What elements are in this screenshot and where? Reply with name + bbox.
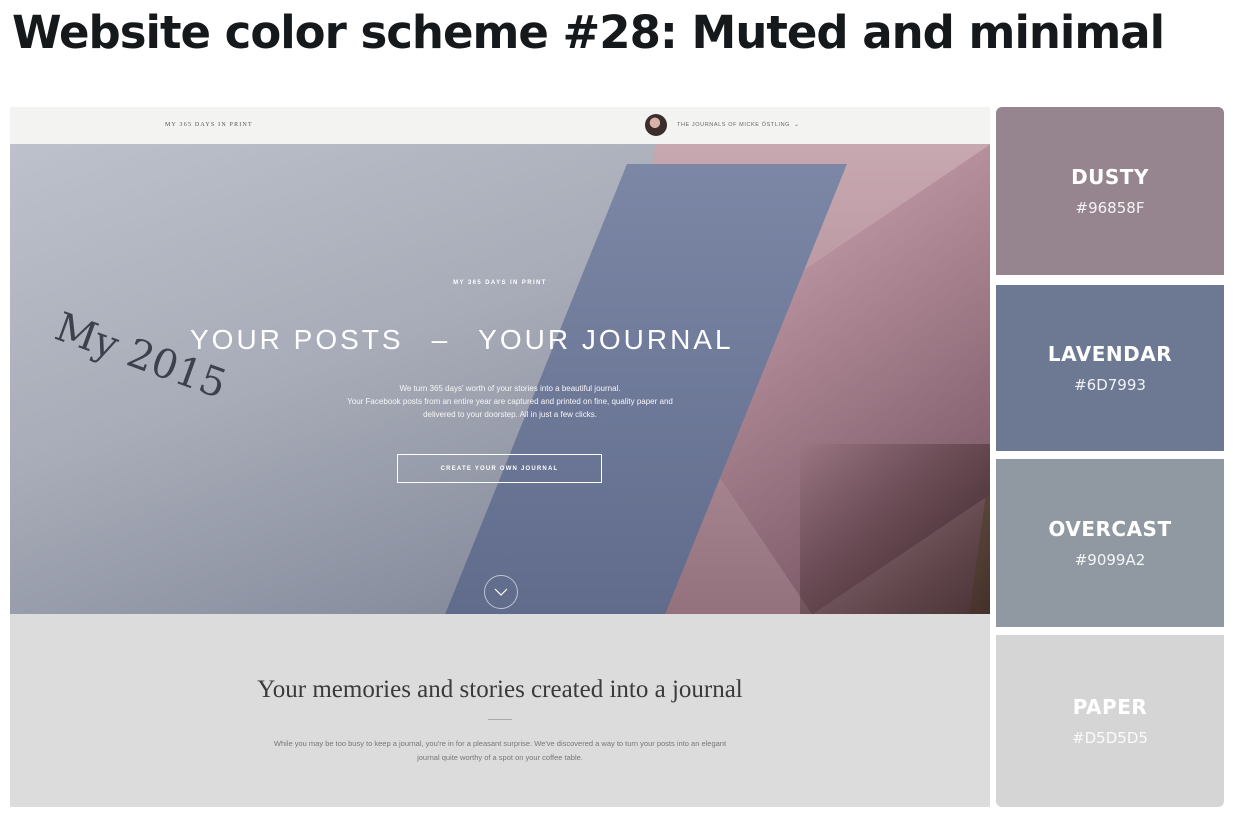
site-topbar: MY 365 DAYS IN PRINT THE JOURNALS OF MIC… (10, 107, 990, 144)
hero-description: We turn 365 days' worth of your stories … (210, 382, 810, 421)
user-menu-label: THE JOURNALS OF MICKE ÖSTLING (677, 122, 791, 128)
create-journal-button[interactable]: CREATE YOUR OWN JOURNAL (397, 454, 602, 483)
swatch-name: DUSTY (1071, 165, 1149, 189)
website-screenshot: MY 365 DAYS IN PRINT THE JOURNALS OF MIC… (10, 107, 990, 807)
intro-title: Your memories and stories created into a… (257, 676, 743, 703)
intro-section: Your memories and stories created into a… (10, 614, 990, 807)
site-brand-link[interactable]: MY 365 DAYS IN PRINT (165, 122, 253, 128)
hero-section: My 2015 MY 365 DAYS IN PRINT YOUR POSTS –… (10, 144, 990, 614)
hero-title-left: YOUR POSTS (190, 324, 404, 355)
intro-description-line: journal quite worthy of a spot on your c… (417, 753, 583, 762)
swatch-name: PAPER (1072, 695, 1148, 719)
swatch-hex: #9099A2 (1074, 551, 1146, 569)
hero-title-right: YOUR JOURNAL (478, 324, 734, 355)
hero-title-dash: – (431, 324, 451, 355)
user-avatar[interactable] (645, 114, 667, 136)
scroll-down-button[interactable] (484, 575, 518, 609)
swatch-name: LAVENDAR (1047, 342, 1173, 366)
hero-description-line: We turn 365 days' worth of your stories … (399, 384, 621, 393)
chevron-down-icon (494, 588, 508, 596)
swatch-overcast: OVERCAST #9099A2 (996, 459, 1224, 627)
swatch-hex: #6D7993 (1074, 376, 1146, 394)
hero-description-line: delivered to your doorstep. All in just … (423, 410, 597, 419)
chevron-down-icon: ⌄ (794, 122, 800, 128)
swatch-hex: #D5D5D5 (1072, 729, 1148, 747)
swatch-hex: #96858F (1075, 199, 1145, 217)
intro-divider (488, 719, 512, 720)
hero-title: YOUR POSTS – YOUR JOURNAL (190, 324, 810, 356)
user-menu-link[interactable]: THE JOURNALS OF MICKE ÖSTLING ⌄ (677, 122, 799, 128)
hero-script-text: My 2015 (49, 304, 233, 409)
article-heading: Website color scheme #28: Muted and mini… (12, 6, 1165, 59)
swatch-dusty: DUSTY #96858F (996, 107, 1224, 275)
swatch-name: OVERCAST (1048, 517, 1172, 541)
hero-description-line: Your Facebook posts from an entire year … (347, 397, 673, 406)
hero-kicker: MY 365 DAYS IN PRINT (453, 280, 547, 286)
intro-description: While you may be too busy to keep a jour… (180, 737, 820, 765)
color-palette: DUSTY #96858F LAVENDAR #6D7993 OVERCAST … (996, 107, 1224, 807)
intro-description-line: While you may be too busy to keep a jour… (273, 739, 727, 748)
swatch-paper: PAPER #D5D5D5 (996, 635, 1224, 807)
swatch-lavendar: LAVENDAR #6D7993 (996, 285, 1224, 451)
hero-background-shadow (800, 444, 990, 614)
